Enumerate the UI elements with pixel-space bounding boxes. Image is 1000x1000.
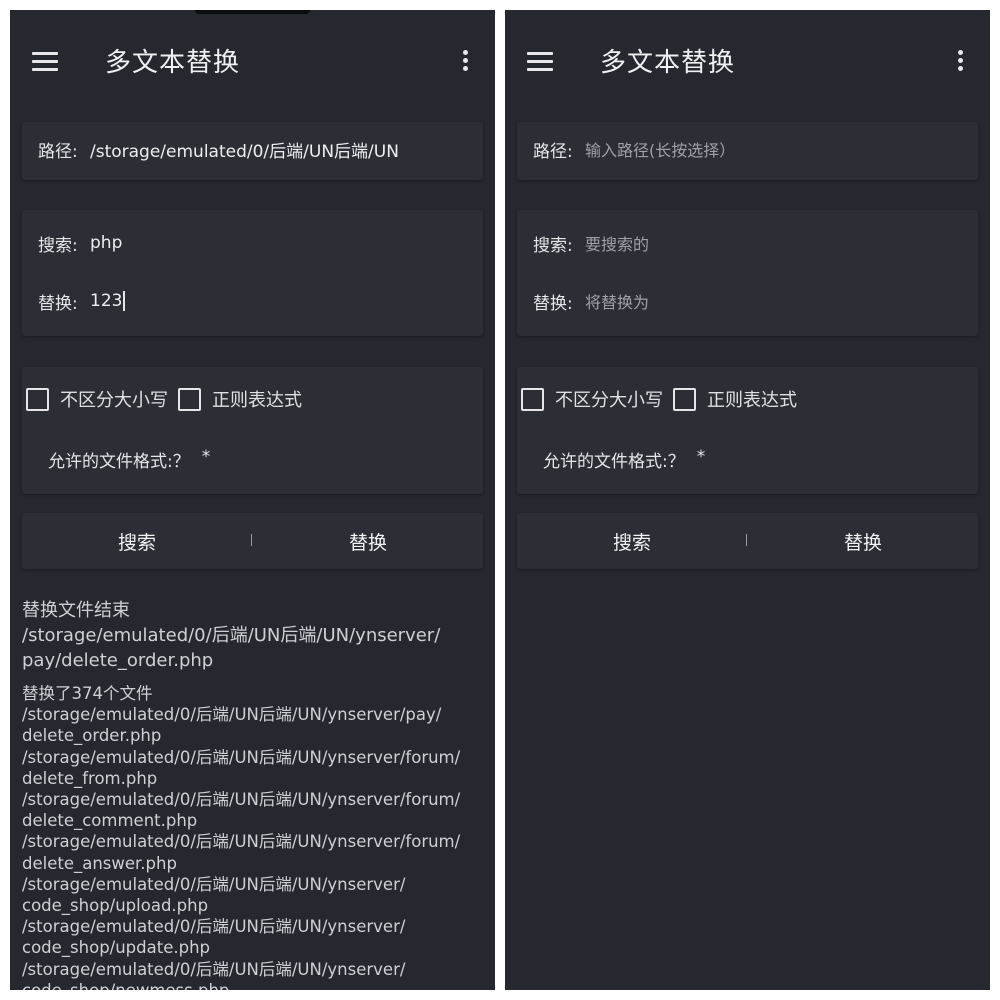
- log-line: /storage/emulated/0/后端/UN后端/UN/ynserver/…: [22, 790, 461, 810]
- case-insensitive-label[interactable]: 不区分大小写: [60, 386, 168, 412]
- app-bar: 多文本替换: [505, 10, 990, 110]
- replace-input[interactable]: 将替换为: [585, 289, 649, 313]
- log-line: /storage/emulated/0/后端/UN后端/UN/ynserver/: [22, 917, 406, 937]
- button-divider: [251, 534, 252, 546]
- path-input[interactable]: 输入路径(长按选择）: [585, 137, 735, 161]
- file-format-input[interactable]: *: [697, 447, 706, 472]
- log-header-line: pay/delete_order.php: [22, 650, 214, 671]
- path-row: 路径: /storage/emulated/0/后端/UN后端/UN: [38, 134, 399, 164]
- log-line: delete_comment.php: [22, 811, 198, 831]
- search-button[interactable]: 搜索: [517, 523, 747, 559]
- regex-label[interactable]: 正则表达式: [707, 386, 797, 412]
- log-line: delete_order.php: [22, 726, 162, 746]
- path-row: 路径: 输入路径(长按选择）: [533, 134, 735, 164]
- app-title: 多文本替换: [600, 48, 736, 78]
- path-input[interactable]: /storage/emulated/0/后端/UN后端/UN: [90, 137, 399, 162]
- log-header: 替换文件结束 /storage/emulated/0/后端/UN后端/UN/yn…: [22, 598, 482, 673]
- log-line: code_shop/upload.php: [22, 896, 209, 916]
- replace-row: 替换: 123: [38, 286, 126, 316]
- search-input[interactable]: 要搜索的: [585, 231, 649, 255]
- options-row: 不区分大小写 正则表达式: [26, 386, 312, 412]
- replace-button[interactable]: 替换: [253, 523, 483, 559]
- hamburger-menu-icon[interactable]: [527, 52, 553, 72]
- case-insensitive-label[interactable]: 不区分大小写: [555, 386, 663, 412]
- log-line: code_shop/update.php: [22, 938, 211, 958]
- log-output: 替换了374个文件 /storage/emulated/0/后端/UN后端/UN…: [22, 683, 482, 990]
- file-format-row: 允许的文件格式:？ *: [48, 447, 210, 472]
- file-format-label: 允许的文件格式:？: [48, 452, 190, 472]
- path-label: 路径:: [533, 141, 573, 162]
- log-line: delete_from.php: [22, 768, 158, 788]
- replace-input[interactable]: 123: [90, 291, 126, 311]
- left-screen: 多文本替换 路径: /storage/emulated/0/后端/UN后端/UN…: [10, 10, 495, 990]
- file-format-row: 允许的文件格式:？ *: [543, 447, 705, 472]
- search-label: 搜索:: [38, 235, 78, 256]
- more-options-icon[interactable]: [456, 48, 476, 74]
- log-line: code_shop/newmess.php: [22, 980, 482, 990]
- file-format-label: 允许的文件格式:？: [543, 452, 685, 472]
- replace-label: 替换:: [533, 293, 573, 314]
- log-line: 替换了374个文件: [22, 684, 153, 703]
- search-button[interactable]: 搜索: [22, 523, 252, 559]
- search-label: 搜索:: [533, 235, 573, 256]
- search-input[interactable]: php: [90, 233, 122, 253]
- regex-checkbox[interactable]: [673, 387, 696, 411]
- hamburger-menu-icon[interactable]: [32, 52, 58, 72]
- log-line: delete_answer.php: [22, 853, 177, 873]
- regex-checkbox[interactable]: [178, 387, 201, 411]
- regex-label[interactable]: 正则表达式: [212, 386, 302, 412]
- search-row: 搜索: php: [38, 228, 122, 258]
- log-line: /storage/emulated/0/后端/UN后端/UN/ynserver/…: [22, 832, 461, 852]
- text-cursor: [123, 291, 126, 311]
- button-divider: [746, 534, 747, 546]
- replace-row: 替换: 将替换为: [533, 286, 649, 316]
- right-screen: 多文本替换 路径: 输入路径(长按选择） 搜索: 要搜索的 替换: 将替换为 不…: [505, 10, 990, 990]
- more-options-icon[interactable]: [951, 48, 971, 74]
- options-row: 不区分大小写 正则表达式: [521, 386, 807, 412]
- file-format-input[interactable]: *: [202, 447, 211, 472]
- case-insensitive-checkbox[interactable]: [521, 387, 544, 411]
- app-title: 多文本替换: [105, 48, 241, 78]
- app-bar: 多文本替换: [10, 10, 495, 110]
- log-header-line: /storage/emulated/0/后端/UN后端/UN/ynserver/: [22, 625, 441, 646]
- replace-input-value: 123: [90, 291, 123, 311]
- log-line: /storage/emulated/0/后端/UN后端/UN/ynserver/…: [22, 747, 461, 767]
- log-header-line: 替换文件结束: [22, 600, 130, 621]
- replace-button[interactable]: 替换: [748, 523, 978, 559]
- search-row: 搜索: 要搜索的: [533, 228, 649, 258]
- path-label: 路径:: [38, 141, 78, 162]
- replace-label: 替换:: [38, 293, 78, 314]
- case-insensitive-checkbox[interactable]: [26, 387, 49, 411]
- log-line: /storage/emulated/0/后端/UN后端/UN/ynserver/…: [22, 705, 442, 725]
- log-line: /storage/emulated/0/后端/UN后端/UN/ynserver/: [22, 874, 406, 894]
- log-line: /storage/emulated/0/后端/UN后端/UN/ynserver/: [22, 959, 406, 979]
